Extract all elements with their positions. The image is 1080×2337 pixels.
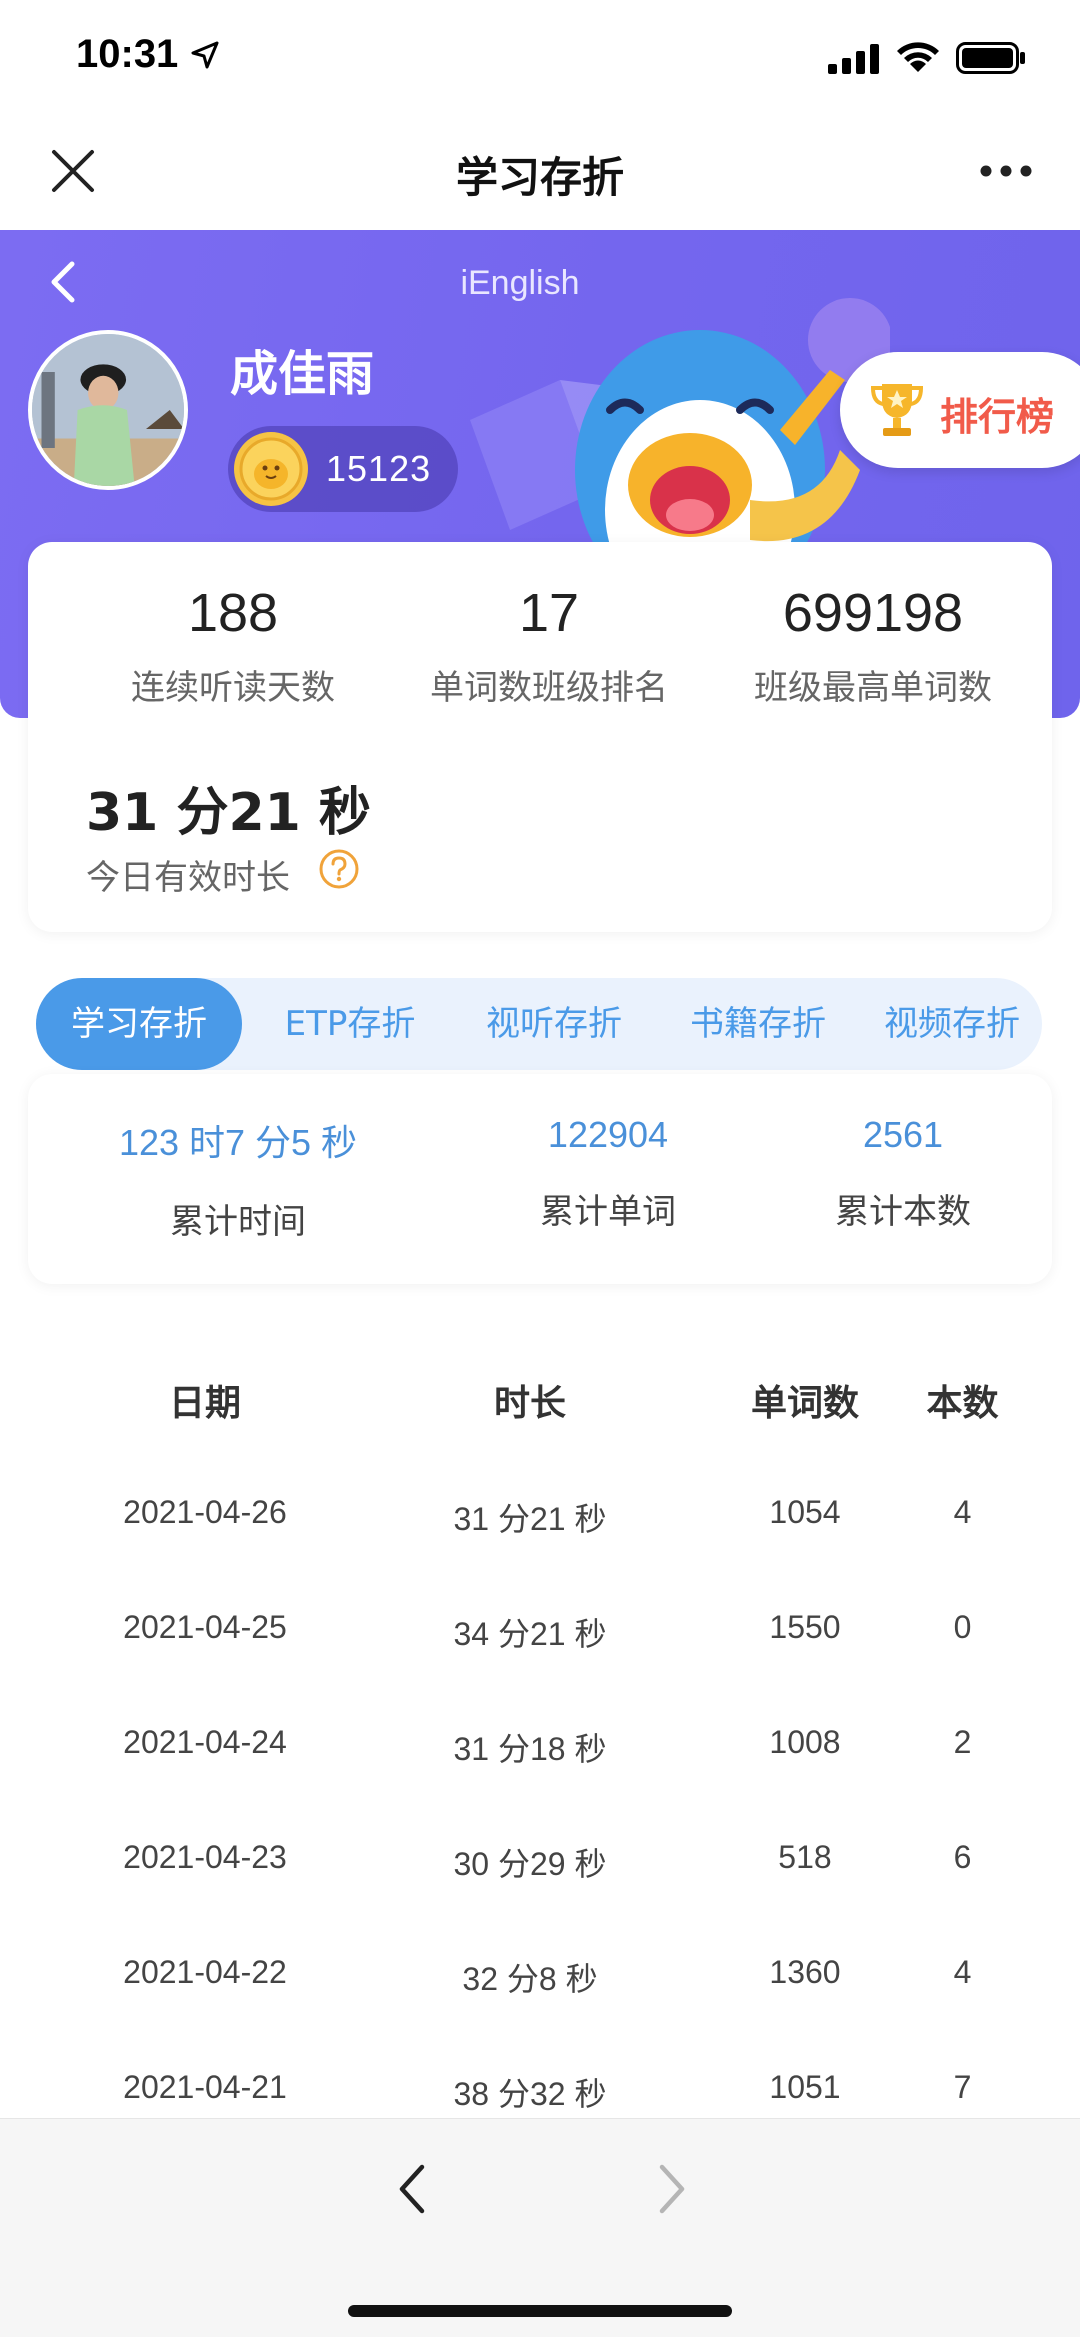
stat-streak-days: 188 连续听读天数 <box>68 582 398 709</box>
cell-words: 1008 <box>769 1724 841 1760</box>
stat-class-top-words: 699198 班级最高单词数 <box>708 582 1038 709</box>
avatar[interactable] <box>28 330 188 490</box>
cell-books: 7 <box>953 2069 972 2105</box>
cell-words: 1550 <box>769 1609 841 1645</box>
avatar-photo <box>32 334 184 486</box>
cell-duration: 31 分18 秒 <box>453 1731 607 1767</box>
stat-value: 188 <box>187 583 279 643</box>
summary-total-books: 2561 累计本数 <box>778 1114 1028 1233</box>
more-options-icon[interactable] <box>980 164 1032 178</box>
column-header-books: 本数 <box>926 1383 999 1424</box>
leaderboard-label: 排行榜 <box>940 395 1055 439</box>
column-header-duration: 时长 <box>493 1383 566 1424</box>
summary-card: 123 时7 分5 秒 累计时间 122904 累计单词 2561 累计本数 <box>28 1074 1052 1284</box>
summary-value: 122904 <box>547 1114 669 1155</box>
page-title: 学习存折 <box>455 153 624 202</box>
stats-card: 188 连续听读天数 17 单词数班级排名 699198 班级最高单词数 31 … <box>28 542 1052 932</box>
cell-words: 1051 <box>769 2069 841 2105</box>
stat-class-rank: 17 单词数班级排名 <box>384 582 714 709</box>
stat-value: 17 <box>518 583 580 643</box>
summary-label: 累计单词 <box>540 1192 676 1232</box>
leaderboard-button[interactable]: 排行榜 <box>840 352 1080 468</box>
passbook-tabs: 学习存折 ETP存折 视听存折 书籍存折 视频存折 <box>36 978 1042 1070</box>
summary-label: 累计时间 <box>170 1202 306 1242</box>
browser-bottom-bar <box>0 2118 1080 2337</box>
cell-duration: 31 分21 秒 <box>453 1501 607 1537</box>
cell-books: 4 <box>953 1954 972 1990</box>
trophy-icon <box>870 384 924 436</box>
cell-date: 2021-04-23 <box>123 1839 287 1875</box>
summary-value: 2561 <box>862 1114 944 1155</box>
cellular-signal-icon <box>828 44 879 74</box>
location-arrow-icon <box>191 41 219 69</box>
cell-date: 2021-04-25 <box>123 1609 287 1645</box>
status-bar: 10:31 <box>0 0 1080 118</box>
cell-date: 2021-04-26 <box>123 1494 287 1530</box>
cell-books: 4 <box>953 1494 972 1530</box>
cell-duration: 32 分8 秒 <box>462 1961 598 1997</box>
back-arrow-icon[interactable] <box>392 2159 432 2219</box>
column-header-words: 单词数 <box>750 1383 859 1424</box>
cell-words: 1054 <box>769 1494 841 1530</box>
cell-date: 2021-04-24 <box>123 1724 287 1760</box>
tab-books-passbook[interactable]: 书籍存折 <box>658 978 858 1070</box>
stat-value: 699198 <box>782 583 964 643</box>
coin-icon <box>234 432 308 506</box>
cell-books: 2 <box>953 1724 972 1760</box>
coin-count: 15123 <box>326 448 432 489</box>
summary-label: 累计本数 <box>835 1192 971 1232</box>
cell-date: 2021-04-22 <box>123 1954 287 1990</box>
stat-label: 班级最高单词数 <box>754 668 992 708</box>
user-name: 成佳雨 <box>230 346 375 402</box>
summary-value: 123 时7 分5 秒 <box>118 1122 358 1163</box>
cell-books: 0 <box>953 1609 972 1645</box>
cell-duration: 30 分29 秒 <box>453 1846 607 1882</box>
stat-label: 单词数班级排名 <box>430 668 668 708</box>
cell-duration: 38 分32 秒 <box>453 2076 607 2112</box>
tab-video-passbook[interactable]: 视频存折 <box>862 978 1042 1070</box>
stat-label: 连续听读天数 <box>131 668 335 708</box>
today-duration-label: 今日有效时长 <box>86 858 290 898</box>
nav-bar: 学习存折 <box>0 118 1080 230</box>
battery-icon <box>956 42 1025 74</box>
today-duration-value: 31 分21 秒 <box>86 783 371 843</box>
cell-words: 1360 <box>769 1954 841 1990</box>
coin-balance: 15123 <box>228 426 458 512</box>
tab-audiovisual-passbook[interactable]: 视听存折 <box>454 978 654 1070</box>
summary-total-words: 122904 累计单词 <box>458 1114 758 1233</box>
wifi-icon <box>897 42 939 72</box>
status-time: 10:31 <box>76 32 179 76</box>
column-header-date: 日期 <box>168 1383 241 1424</box>
cell-books: 6 <box>953 1839 972 1875</box>
cell-words: 518 <box>778 1839 832 1875</box>
help-icon[interactable] <box>318 848 360 890</box>
tab-etp-passbook[interactable]: ETP存折 <box>250 978 450 1070</box>
summary-total-time: 123 时7 分5 秒 累计时间 <box>68 1114 408 1243</box>
home-indicator[interactable] <box>348 2305 732 2317</box>
forward-arrow-icon[interactable] <box>652 2159 692 2219</box>
cell-duration: 34 分21 秒 <box>453 1616 607 1652</box>
cell-date: 2021-04-21 <box>123 2069 287 2105</box>
tab-study-passbook[interactable]: 学习存折 <box>36 978 242 1070</box>
